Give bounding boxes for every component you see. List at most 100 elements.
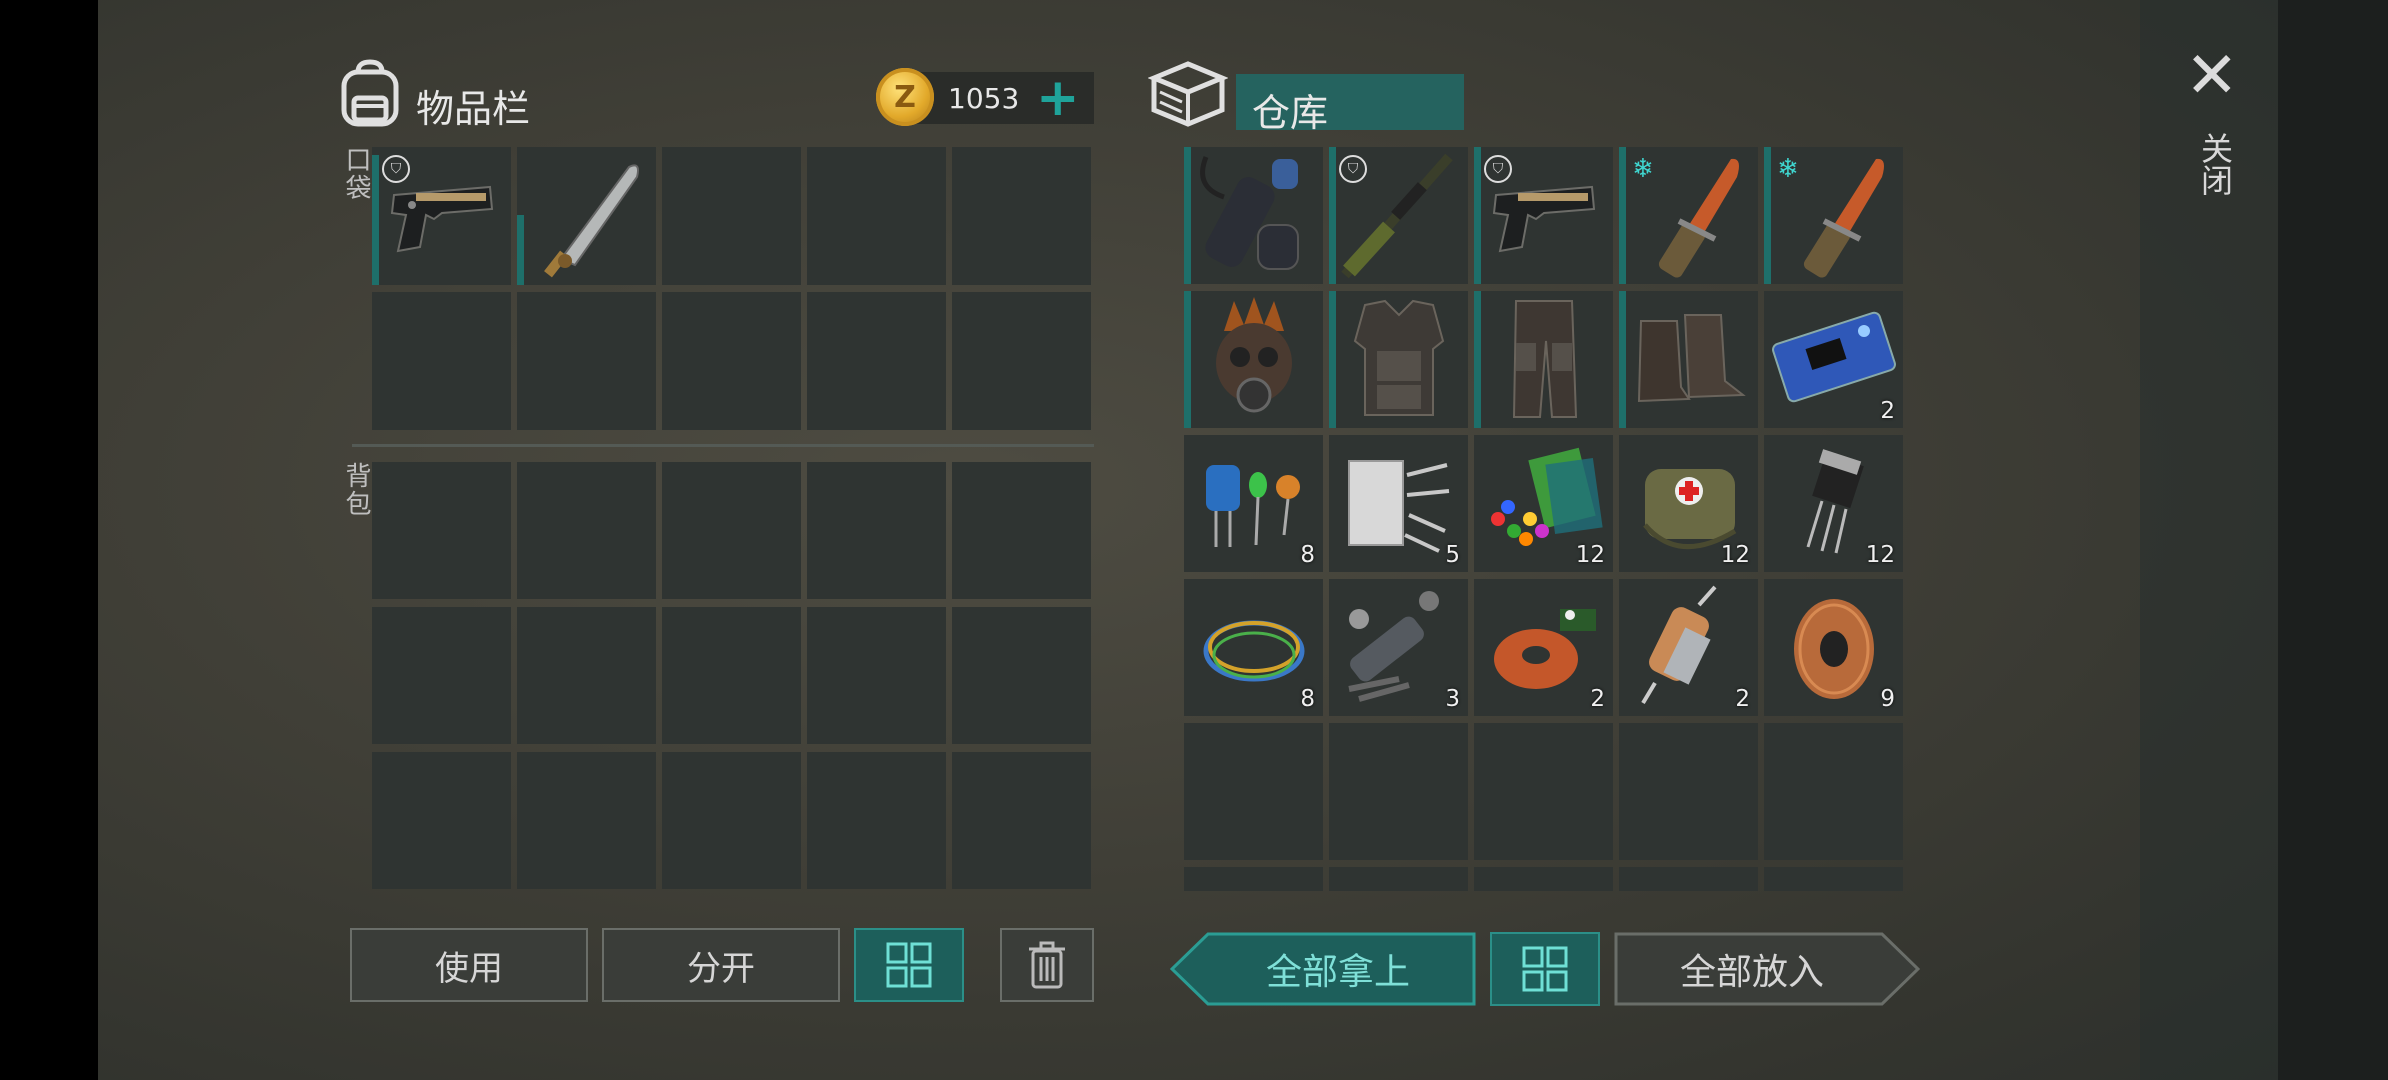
storage-grid: ⛉ ⛉ ❄ ❄ 2 8 5 12 12 12 8 3 2 2 9 [1184,147,1906,891]
storage-slot[interactable]: 2 [1764,291,1903,428]
storage-slot[interactable] [1329,723,1468,860]
pistol-icon [390,185,494,253]
storage-crate-icon [1147,58,1229,130]
storage-slot[interactable]: 2 [1619,579,1758,716]
spiked-gas-mask-icon [1216,297,1292,413]
storage-slot[interactable]: ⛉ [1474,147,1613,284]
backpack-icon [336,58,404,128]
delete-button[interactable] [1000,928,1094,1002]
backpack-slot[interactable] [517,462,656,599]
storage-slot[interactable] [1474,867,1613,891]
storage-slot[interactable]: ❄ [1619,147,1758,284]
take-all-label: 全部拿上 [1265,952,1410,993]
storage-slot[interactable] [1619,291,1758,428]
use-button[interactable]: 使用 [350,928,588,1002]
sniper-rifle-icon [1341,153,1453,279]
item-count: 2 [1735,686,1750,712]
backpack-slot[interactable] [517,752,656,889]
storage-title: 仓库 [1252,91,1329,135]
storage-slot[interactable]: 2 [1474,579,1613,716]
close-icon[interactable]: ✕ [2185,44,2239,108]
item-count: 2 [1880,398,1895,424]
backpack-slot[interactable] [662,607,801,744]
z-coin-icon: Z [876,68,934,126]
storage-slot[interactable]: 3 [1329,579,1468,716]
storage-slot[interactable] [1184,147,1323,284]
put-all-label: 全部放入 [1679,952,1824,993]
backpack-slot[interactable] [807,752,946,889]
armored-vest-icon [1353,299,1445,416]
currency-amount: 1053 [948,82,1020,115]
close-label[interactable]: 关闭 [2192,132,2238,196]
backpack-slot[interactable] [372,752,511,889]
backpack-slot[interactable] [807,607,946,744]
storage-slot[interactable]: 8 [1184,435,1323,572]
section-divider [352,444,1094,447]
put-all-button[interactable]: 全部放入 [1614,932,1920,1006]
pocket-slot[interactable] [807,147,946,285]
backpack-slot[interactable] [372,462,511,599]
storage-slot[interactable] [1329,291,1468,428]
pocket-slot[interactable] [952,147,1091,285]
storage-slot[interactable]: 12 [1619,435,1758,572]
item-count: 2 [1590,686,1605,712]
storage-slot[interactable]: ⛉ [1329,147,1468,284]
storage-sort-button[interactable] [1490,932,1600,1006]
pocket-slot[interactable] [662,147,801,285]
storage-slot[interactable] [1764,723,1903,860]
storage-slot[interactable]: 9 [1764,579,1903,716]
pocket-label: 口袋 [341,146,371,202]
storage-scroll-area[interactable]: ⛉ ⛉ ❄ ❄ 2 8 5 12 12 12 8 3 2 2 9 [1184,147,1906,891]
pocket-slot[interactable] [372,292,511,430]
storage-slot[interactable]: ❄ [1764,147,1903,284]
pocket-slot[interactable] [662,292,801,430]
storage-slot[interactable] [1184,867,1323,891]
item-count: 9 [1880,686,1895,712]
backpack-slot[interactable] [372,607,511,744]
storage-slot[interactable] [1329,867,1468,891]
pocket-slot[interactable]: ⛉ [372,147,511,285]
backpack-grid [372,462,1091,889]
storage-slot[interactable] [1474,291,1613,428]
pistol-icon [1492,185,1596,253]
backpack-slot[interactable] [952,752,1091,889]
split-button[interactable]: 分开 [602,928,840,1002]
grid-sort-icon [886,942,932,988]
pocket-slot[interactable] [952,292,1091,430]
storage-slot[interactable]: 5 [1329,435,1468,572]
inventory-title: 物品栏 [416,87,531,131]
pocket-slot[interactable] [517,292,656,430]
item-count: 3 [1445,686,1460,712]
inventory-sort-button[interactable] [854,928,964,1002]
item-count: 12 [1865,542,1895,568]
item-count: 12 [1720,542,1750,568]
pocket-grid: ⛉ [372,147,1091,430]
backpack-slot[interactable] [807,462,946,599]
storage-slot[interactable] [1184,723,1323,860]
item-count: 12 [1575,542,1605,568]
item-count: 5 [1445,542,1460,568]
storage-slot[interactable] [1619,867,1758,891]
pocket-slot[interactable] [517,147,656,285]
storage-slot[interactable] [1619,723,1758,860]
backpack-slot[interactable] [952,462,1091,599]
armored-pants-icon [1512,300,1578,418]
storage-slot[interactable] [1764,867,1903,891]
machete-icon [544,164,639,278]
backpack-slot[interactable] [952,607,1091,744]
backpack-slot[interactable] [517,607,656,744]
cold-knife-icon [1803,158,1884,278]
storage-slot[interactable]: 12 [1474,435,1613,572]
backpack-slot[interactable] [662,462,801,599]
storage-slot[interactable] [1474,723,1613,860]
storage-slot[interactable]: 8 [1184,579,1323,716]
item-count: 8 [1300,542,1315,568]
storage-slot[interactable] [1184,291,1323,428]
pocket-slot[interactable] [807,292,946,430]
armored-boots-icon [1637,314,1746,403]
screen-edge [2278,0,2388,1080]
backpack-slot[interactable] [662,752,801,889]
add-currency-button[interactable]: + [1036,72,1080,124]
storage-slot[interactable]: 12 [1764,435,1903,572]
take-all-button[interactable]: 全部拿上 [1170,932,1476,1006]
